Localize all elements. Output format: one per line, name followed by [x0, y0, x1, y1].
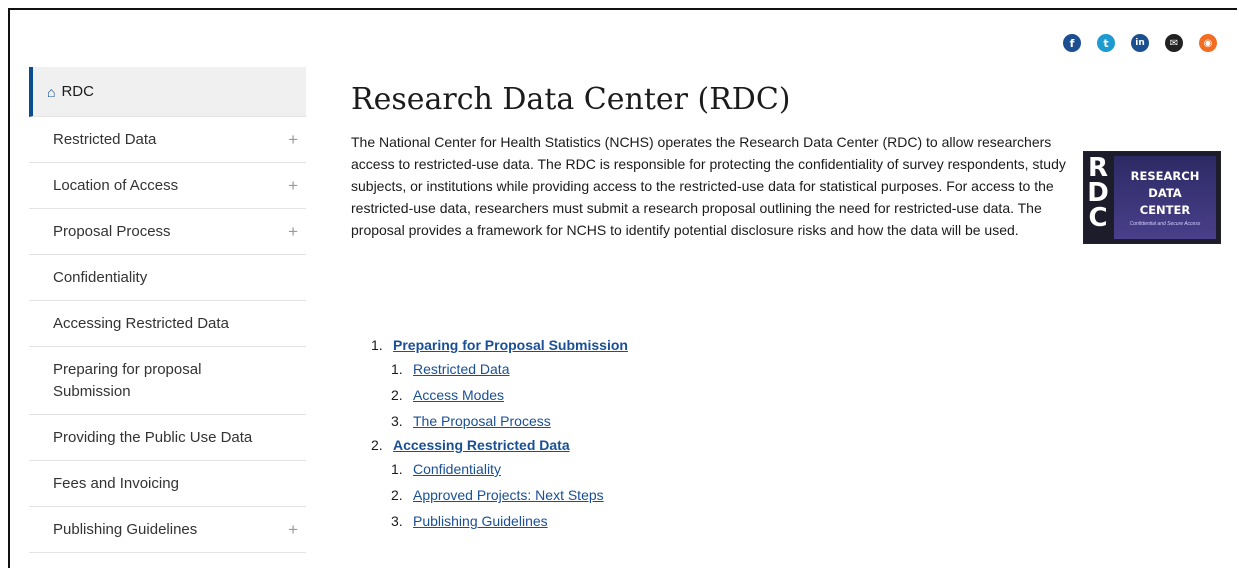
sidebar-item-label: Accessing Restricted Data: [53, 315, 229, 332]
sidebar-item-label: Providing the Public Use Data: [53, 429, 253, 446]
sidebar-item-preparing-for-proposal-submission[interactable]: Preparing for proposal Submission: [29, 347, 306, 415]
logo-line: RESEARCH: [1130, 169, 1200, 183]
toc-subitem: 2. Access Modes: [391, 382, 628, 408]
expand-plus-icon[interactable]: +: [288, 176, 298, 196]
sidebar-item-providing-public-use-data[interactable]: Providing the Public Use Data: [29, 415, 306, 461]
toc-number: 2.: [391, 487, 403, 503]
sidebar-item-label: Restricted Data: [53, 131, 157, 148]
sidebar-item-rdc[interactable]: ⌂ RDC: [29, 67, 306, 117]
toc-link-accessing-restricted-data[interactable]: Accessing Restricted Data: [393, 437, 570, 453]
toc-link-preparing-for-proposal-submission[interactable]: Preparing for Proposal Submission: [393, 337, 628, 353]
toc-item: 1. Preparing for Proposal Submission: [371, 334, 628, 356]
toc-link-access-modes[interactable]: Access Modes: [413, 387, 504, 403]
toc-number: 2.: [391, 387, 403, 403]
toc-link-restricted-data[interactable]: Restricted Data: [413, 361, 509, 377]
sidebar-item-label: Publishing Guidelines: [53, 521, 198, 538]
toc-number: 3.: [391, 513, 403, 529]
expand-plus-icon[interactable]: +: [288, 222, 298, 242]
toc-number: 1.: [391, 361, 403, 377]
sidebar-item-restricted-data[interactable]: Restricted Data +: [29, 117, 306, 163]
sidebar-item-label: Preparing for proposal Submission: [53, 360, 202, 400]
toc-link-confidentiality[interactable]: Confidentiality: [413, 461, 501, 477]
rdc-logo: R D C RESEARCH DATA CENTER Confidential …: [1083, 151, 1221, 244]
rdc-logo-letters: R D C: [1087, 155, 1109, 239]
toc-link-publishing-guidelines[interactable]: Publishing Guidelines: [413, 513, 548, 529]
toc-link-proposal-process[interactable]: The Proposal Process: [413, 413, 551, 429]
expand-plus-icon[interactable]: +: [288, 130, 298, 150]
toc-link-approved-projects[interactable]: Approved Projects: Next Steps: [413, 487, 604, 503]
main-content: Research Data Center (RDC) The National …: [351, 82, 1086, 255]
intro-paragraph: The National Center for Health Statistic…: [351, 134, 1066, 238]
rss-icon[interactable]: ◉: [1199, 34, 1217, 52]
expand-plus-icon[interactable]: +: [288, 520, 298, 540]
sidebar-item-proposal-process[interactable]: Proposal Process +: [29, 209, 306, 255]
logo-line: CENTER: [1139, 203, 1191, 217]
toc-subitem: 1. Confidentiality: [391, 456, 628, 482]
toc-subitem: 2. Approved Projects: Next Steps: [391, 482, 628, 508]
logo-subtitle: Confidential and Secure Access: [1129, 221, 1201, 227]
home-icon: ⌂: [47, 83, 56, 100]
sidebar-item-label: Fees and Invoicing: [53, 475, 179, 492]
facebook-icon[interactable]: f: [1063, 34, 1081, 52]
email-icon[interactable]: ✉: [1165, 34, 1183, 52]
toc-number: 2.: [371, 437, 383, 453]
sidebar-item-label: Proposal Process: [53, 223, 171, 240]
sidebar-nav: ⌂ RDC Restricted Data + Location of Acce…: [29, 67, 306, 553]
toc-subitem: 3. Publishing Guidelines: [391, 508, 628, 534]
sidebar-item-label: RDC: [61, 83, 94, 100]
sidebar-item-publishing-guidelines[interactable]: Publishing Guidelines +: [29, 507, 306, 553]
sidebar-item-label: Confidentiality: [53, 269, 148, 286]
sidebar-item-accessing-restricted-data[interactable]: Accessing Restricted Data: [29, 301, 306, 347]
sidebar-item-label: Location of Access: [53, 177, 179, 194]
logo-letter: C: [1088, 203, 1108, 233]
toc-number: 1.: [371, 337, 383, 353]
sidebar-item-fees-and-invoicing[interactable]: Fees and Invoicing: [29, 461, 306, 507]
table-of-contents: 1. Preparing for Proposal Submission 1. …: [371, 334, 628, 534]
toc-item: 2. Accessing Restricted Data: [371, 434, 628, 456]
toc-subitem: 1. Restricted Data: [391, 356, 628, 382]
toc-number: 1.: [391, 461, 403, 477]
logo-line: DATA: [1148, 186, 1182, 200]
linkedin-icon[interactable]: in: [1131, 34, 1149, 52]
social-share-bar: f t in ✉ ◉: [1063, 34, 1217, 52]
sidebar-item-confidentiality[interactable]: Confidentiality: [29, 255, 306, 301]
toc-number: 3.: [391, 413, 403, 429]
twitter-icon[interactable]: t: [1097, 34, 1115, 52]
rdc-logo-text: RESEARCH DATA CENTER Confidential and Se…: [1114, 156, 1216, 239]
page-title: Research Data Center (RDC): [351, 82, 791, 117]
toc-subitem: 3. The Proposal Process: [391, 408, 628, 434]
sidebar-item-location-of-access[interactable]: Location of Access +: [29, 163, 306, 209]
